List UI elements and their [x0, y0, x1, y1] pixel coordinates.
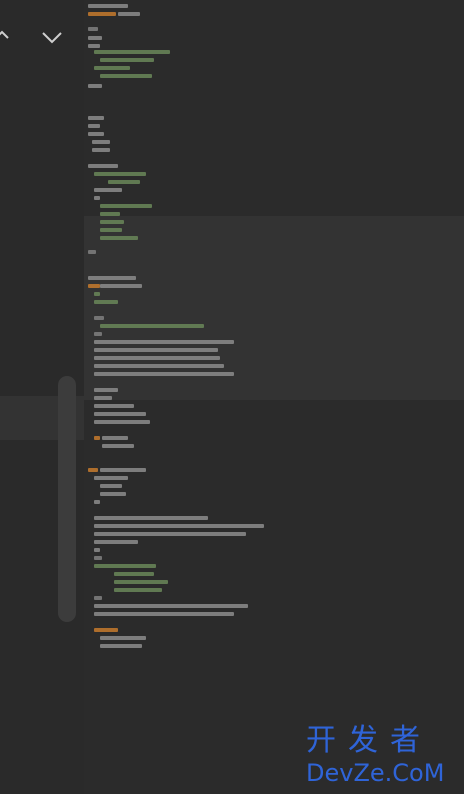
code-line	[94, 188, 122, 192]
code-line	[88, 124, 100, 128]
code-line	[100, 468, 146, 472]
code-line	[94, 564, 156, 568]
code-line	[100, 284, 142, 288]
code-line	[94, 404, 134, 408]
watermark-latin: DevZe.CoM	[306, 759, 445, 787]
code-line	[94, 612, 234, 616]
code-line	[94, 604, 248, 608]
code-line	[94, 388, 118, 392]
code-line	[100, 236, 138, 240]
code-line	[92, 140, 110, 144]
code-line	[100, 324, 204, 328]
code-line	[114, 572, 154, 576]
code-line	[88, 276, 136, 280]
code-line	[94, 196, 100, 200]
code-line	[88, 132, 104, 136]
scrollbar-thumb[interactable]	[58, 376, 76, 622]
code-line	[100, 484, 122, 488]
chevron-down-icon[interactable]	[40, 28, 64, 46]
code-line	[94, 172, 146, 176]
code-line	[94, 436, 100, 440]
left-pane	[0, 0, 84, 794]
code-line	[88, 284, 100, 288]
code-line	[100, 74, 152, 78]
code-line	[94, 332, 102, 336]
code-line	[94, 420, 150, 424]
code-line	[100, 212, 120, 216]
code-line	[94, 396, 112, 400]
code-line	[94, 364, 224, 368]
code-line	[88, 164, 118, 168]
code-line	[94, 348, 218, 352]
code-lines	[84, 0, 464, 794]
code-line	[88, 116, 104, 120]
code-line	[94, 540, 138, 544]
code-line	[88, 12, 116, 16]
code-line	[88, 84, 102, 88]
code-line	[100, 492, 126, 496]
code-line	[94, 292, 100, 296]
code-line	[88, 36, 102, 40]
code-line	[88, 4, 128, 8]
code-line	[94, 300, 118, 304]
watermark-chinese: 开发者	[306, 723, 432, 758]
code-line	[94, 340, 234, 344]
code-line	[92, 148, 110, 152]
code-line	[94, 524, 264, 528]
code-line	[100, 228, 122, 232]
code-line	[88, 27, 98, 31]
code-line	[100, 636, 146, 640]
code-line	[94, 596, 102, 600]
code-line	[94, 516, 208, 520]
code-line	[94, 316, 104, 320]
code-line	[88, 468, 98, 472]
code-line	[94, 412, 146, 416]
code-line	[94, 50, 170, 54]
code-line	[102, 444, 134, 448]
code-line	[94, 66, 130, 70]
code-line	[118, 12, 140, 16]
code-line	[100, 58, 154, 62]
code-line	[100, 220, 124, 224]
code-line	[88, 250, 96, 254]
code-line	[94, 356, 220, 360]
code-line	[94, 548, 100, 552]
chevron-up-icon[interactable]	[0, 24, 10, 48]
code-line	[94, 556, 102, 560]
code-line	[88, 44, 100, 48]
code-line	[94, 372, 234, 376]
code-line	[100, 204, 152, 208]
code-line	[94, 476, 128, 480]
code-line	[94, 532, 246, 536]
code-line	[102, 436, 128, 440]
watermark-logo: 开发者 DevZe.CoM	[300, 724, 464, 794]
code-line	[108, 180, 140, 184]
code-line	[100, 644, 142, 648]
code-line	[94, 628, 118, 632]
code-line	[114, 588, 162, 592]
code-line	[114, 580, 168, 584]
code-line	[94, 500, 100, 504]
code-editor[interactable]	[84, 0, 464, 794]
